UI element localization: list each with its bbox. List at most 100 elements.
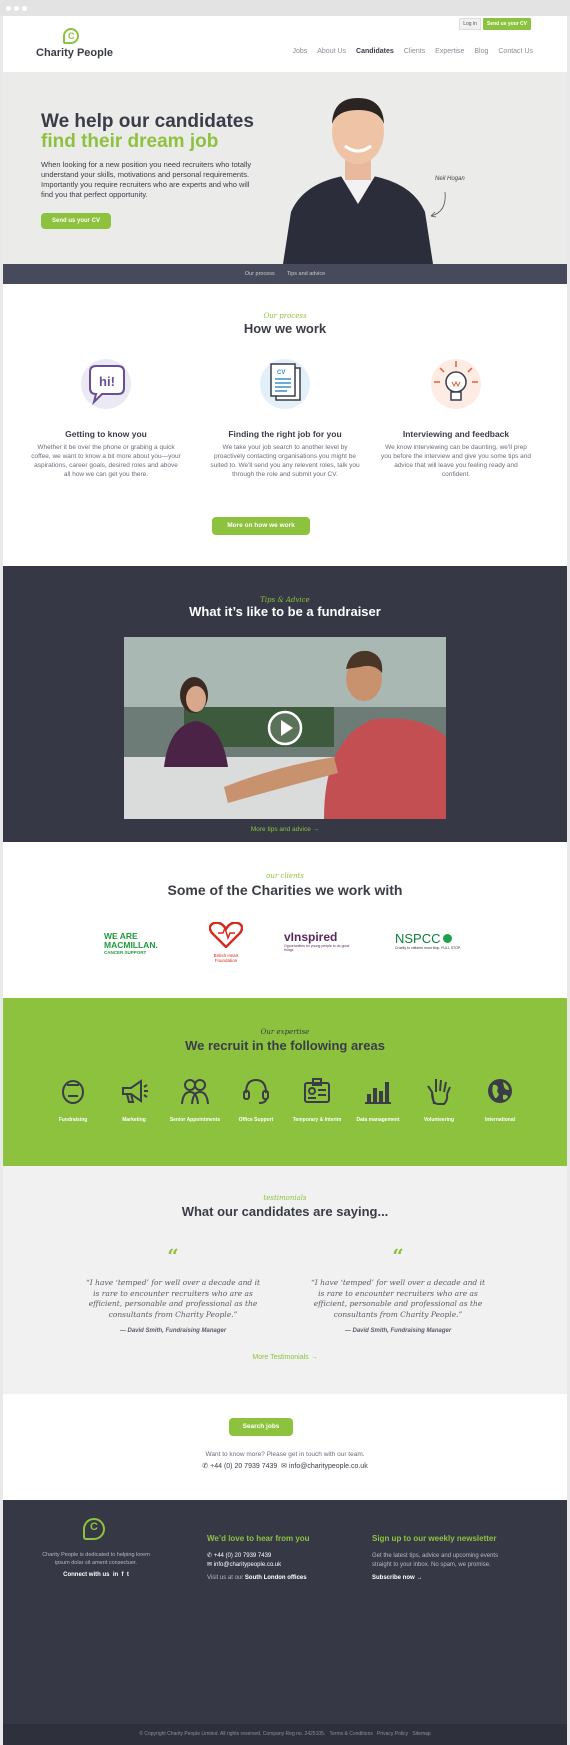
nav-jobs[interactable]: Jobs xyxy=(292,48,307,55)
more-on-how-we-work-button[interactable]: More on how we work xyxy=(212,517,310,535)
subnav-our-process[interactable]: Our process xyxy=(245,264,275,284)
footer-email[interactable]: ✉ info@charitypeople.co.uk xyxy=(207,1561,281,1570)
sitemap-link[interactable]: Sitemap xyxy=(412,1731,430,1737)
footer-contact-title: We’d love to hear from you xyxy=(207,1534,310,1543)
quote-mark-icon: “ xyxy=(167,1244,179,1268)
play-icon[interactable] xyxy=(267,710,303,746)
subnav-tips-advice[interactable]: Tips and advice xyxy=(287,264,325,284)
contact-email[interactable]: info@charitypeople.co.uk xyxy=(289,1463,368,1470)
footer-bottom-bar: © Copyright Charity People Limited. All … xyxy=(3,1724,567,1745)
contact-phone[interactable]: +44 (0) 20 7939 7439 xyxy=(210,1463,277,1470)
area-office-support[interactable]: Office Support xyxy=(225,1076,287,1123)
video-player[interactable] xyxy=(124,637,446,819)
megaphone-icon xyxy=(122,1079,148,1103)
logo-text: Charity People xyxy=(36,47,114,59)
site-header: C Charity People Log in Send us your CV … xyxy=(3,16,567,72)
hero-send-cv-button[interactable]: Send us your CV xyxy=(41,213,111,229)
offices-link[interactable]: South London offices xyxy=(245,1575,307,1581)
more-testimonials-link[interactable]: More Testimonials → xyxy=(3,1354,567,1361)
phone-icon: ✆ xyxy=(207,1553,214,1559)
heart-icon xyxy=(208,921,244,949)
area-volunteering[interactable]: Volunteering xyxy=(408,1076,470,1123)
nav-about-us[interactable]: About Us xyxy=(317,48,346,55)
area-international[interactable]: International xyxy=(469,1076,531,1123)
step-text: Whether it be over the phone or grabing … xyxy=(31,444,181,478)
linkedin-icon[interactable]: in xyxy=(113,1572,118,1578)
testimonial-text: “I have ‘temped’ for well over a decade … xyxy=(310,1278,486,1319)
search-cta-section: Search jobs Want to know more? Please ge… xyxy=(3,1394,567,1500)
main-nav: Jobs About Us Candidates Clients Experti… xyxy=(292,48,533,55)
area-senior-appointments[interactable]: Senior Appointments xyxy=(164,1076,226,1123)
nav-expertise[interactable]: Expertise xyxy=(435,48,464,55)
nav-blog[interactable]: Blog xyxy=(474,48,488,55)
testimonial-author: — David Smith, Fundraising Manager xyxy=(344,1328,452,1334)
step-finding-job: CV Finding the right job for you We take… xyxy=(210,358,360,479)
hero-body: When looking for a new position you need… xyxy=(41,160,252,199)
cv-document-icon: CV xyxy=(260,359,310,409)
login-button[interactable]: Log in xyxy=(459,18,481,30)
email-icon: ✉ xyxy=(207,1562,214,1568)
testimonial-author: — David Smith, Fundraising Manager xyxy=(119,1328,227,1334)
email-icon: ✉ xyxy=(281,1463,288,1470)
vinspired-logo[interactable]: vInspired Opportunities for young people… xyxy=(284,922,356,962)
window-dot-close[interactable] xyxy=(6,6,11,11)
testimonial-card: “ “I have ‘temped’ for well over a decad… xyxy=(308,1246,488,1334)
area-marketing[interactable]: Marketing xyxy=(103,1076,165,1123)
hero-title: We help our candidates find their dream j… xyxy=(41,111,254,152)
nav-clients[interactable]: Clients xyxy=(404,48,425,55)
facebook-icon[interactable]: f xyxy=(122,1572,124,1578)
site-logo[interactable]: C Charity People xyxy=(36,28,116,68)
footer-about: Charity People is dedicated to helping l… xyxy=(42,1552,150,1566)
section-eyebrow: Our process xyxy=(263,312,307,320)
nspcc-logo[interactable]: NSPCC Cruelty to children must stop. FUL… xyxy=(395,922,467,962)
footer-visit: Visit us at our South London offices xyxy=(207,1575,307,1581)
area-temporary-interim[interactable]: Temporary & Interim xyxy=(286,1076,348,1123)
section-title: What our candidates are saying... xyxy=(181,1204,389,1219)
hero: We help our candidates find their dream j… xyxy=(3,72,567,264)
nav-candidates[interactable]: Candidates xyxy=(356,48,394,55)
phone-icon: ✆ xyxy=(202,1463,209,1470)
section-eyebrow: Tips & Advice xyxy=(260,596,310,604)
expertise-section: Our expertise We recruit in the followin… xyxy=(3,998,567,1166)
window-dot-minimize[interactable] xyxy=(14,6,19,11)
testimonial-card: “ “I have ‘temped’ for well over a decad… xyxy=(83,1246,263,1334)
testimonials-section: testimonials What our candidates are say… xyxy=(3,1166,567,1394)
twitter-icon[interactable]: t xyxy=(127,1572,129,1578)
site-footer: C Charity People is dedicated to helping… xyxy=(3,1500,567,1745)
piggy-bank-icon xyxy=(62,1080,84,1104)
step-text: We take your job search to another level… xyxy=(210,444,360,478)
section-eyebrow: our clients xyxy=(266,872,304,880)
area-data-management[interactable]: Data management xyxy=(347,1076,409,1123)
globe-icon xyxy=(488,1079,512,1103)
search-jobs-button[interactable]: Search jobs xyxy=(229,1418,293,1436)
video-section: Tips & Advice What it’s like to be a fun… xyxy=(3,566,567,842)
browser-window: C Charity People Log in Send us your CV … xyxy=(0,0,570,1745)
area-fundraising[interactable]: Fundraising xyxy=(42,1076,104,1123)
raised-hand-icon xyxy=(427,1079,451,1105)
clients-section: our clients Some of the Charities we wor… xyxy=(3,842,567,998)
step-title: Interviewing and feedback xyxy=(402,429,510,439)
macmillan-logo[interactable]: WE ARE MACMILLAN. CANCER SUPPORT xyxy=(104,922,174,962)
footer-newsletter-title: Sign up to our weekly newsletter xyxy=(372,1534,497,1543)
contact-prompt: Want to know more? Please get in touch w… xyxy=(205,1451,365,1458)
nav-contact-us[interactable]: Contact Us xyxy=(498,48,533,55)
privacy-link[interactable]: Privacy Policy xyxy=(377,1731,408,1737)
people-icon xyxy=(181,1079,209,1105)
section-eyebrow: Our expertise xyxy=(260,1028,310,1036)
footer-logo-icon[interactable]: C xyxy=(83,1518,105,1540)
footer-phone[interactable]: ✆ +44 (0) 20 7939 7439 xyxy=(207,1552,271,1561)
send-cv-top-button[interactable]: Send us your CV xyxy=(483,18,531,30)
section-eyebrow: testimonials xyxy=(263,1194,307,1202)
consultant-photo xyxy=(283,98,433,264)
step-getting-to-know: hi! Getting to know you Whether it be ov… xyxy=(31,358,181,479)
bhf-logo[interactable]: British Heart Foundation xyxy=(203,921,249,963)
footer-connect: Connect with us in f t xyxy=(63,1572,129,1578)
window-dot-maximize[interactable] xyxy=(22,6,27,11)
terms-link[interactable]: Terms & Conditions xyxy=(330,1731,373,1737)
logo-mark-icon: C xyxy=(63,28,79,44)
subscribe-link[interactable]: Subscribe now → xyxy=(372,1574,422,1583)
step-text: We know interviewing can be daunting, we… xyxy=(381,444,531,478)
more-tips-link[interactable]: More tips and advice → xyxy=(3,826,567,833)
sub-nav: Our process Tips and advice xyxy=(3,264,567,284)
copyright: © Copyright Charity People Limited. All … xyxy=(139,1731,326,1737)
